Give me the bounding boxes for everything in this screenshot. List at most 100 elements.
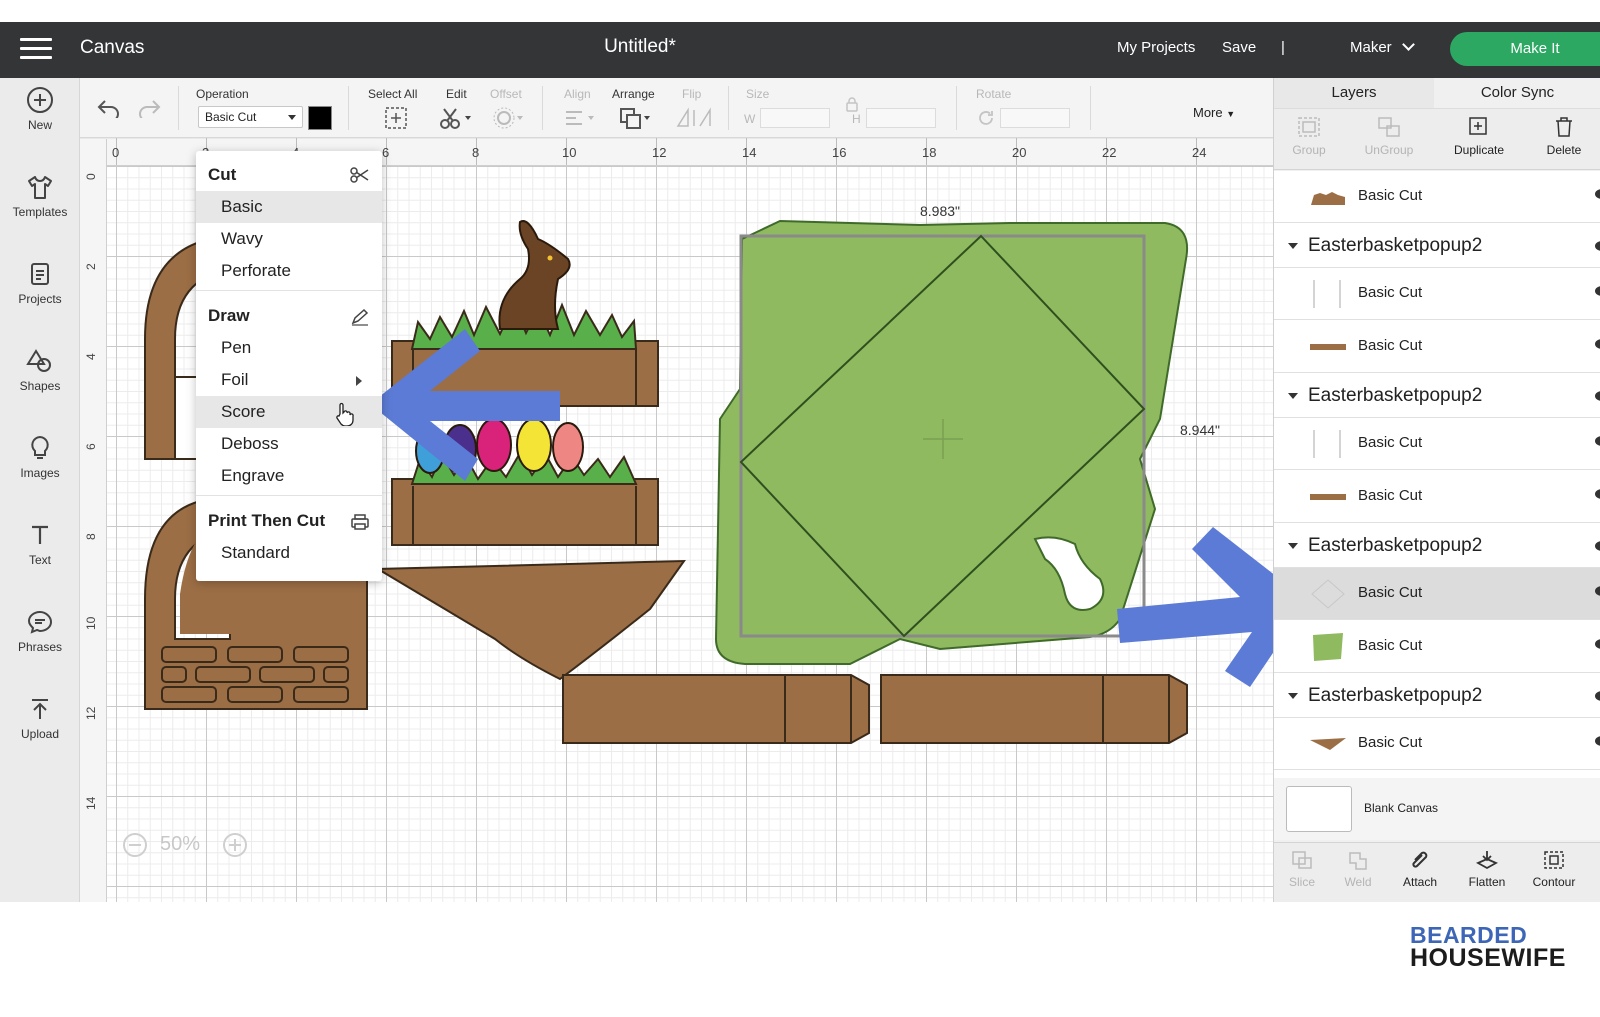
layer-row-selected[interactable]: Basic Cut [1274,568,1600,620]
sidebar-item-new[interactable]: New [0,78,80,158]
sidebar-item-shapes[interactable]: Shapes [0,339,80,419]
zoom-out-icon[interactable] [122,832,148,858]
make-it-button[interactable]: Make It [1450,32,1600,66]
eye-icon[interactable] [1595,339,1600,349]
more-button[interactable]: More ▼ [1193,105,1235,120]
ruler-top-label: 14 [742,145,757,160]
more-label: More [1193,105,1223,120]
height-dimension: 8.944" [1180,422,1220,438]
menu-item-foil[interactable]: Foil [196,364,382,396]
edit-caption: Edit [446,87,467,101]
layer-row[interactable]: Basic Cut [1274,268,1600,320]
layer-row[interactable]: Basic Cut [1274,171,1600,223]
ruler-left-label: 12 [84,706,98,720]
delete-button[interactable]: Delete [1524,115,1600,157]
menu-item-standard[interactable]: Standard [196,537,382,569]
sidebar-item-text[interactable]: Text [0,513,80,593]
menu-item-engrave[interactable]: Engrave [196,460,382,492]
edit-scissors-icon[interactable] [438,106,474,130]
zoom-in-icon[interactable] [222,832,248,858]
operation-value: Basic Cut [205,110,257,124]
edit-toolbar: Operation Basic Cut Select All Edit Offs… [80,78,1300,138]
operation-color-swatch[interactable] [308,106,332,130]
strip-right[interactable] [880,674,1188,744]
eye-icon[interactable] [1595,541,1600,551]
eye-icon[interactable] [1595,736,1600,746]
size-height-field[interactable] [866,108,936,128]
document-title[interactable]: Untitled* [0,36,1280,58]
menu-item-pen[interactable]: Pen [196,332,382,364]
pen-icon [351,308,369,326]
caret-down-icon[interactable] [1288,543,1298,549]
sidebar-item-projects[interactable]: Projects [0,252,80,332]
my-projects-link[interactable]: My Projects [1117,39,1195,56]
eye-icon[interactable] [1595,586,1600,596]
layer-group-row[interactable]: Easterbasketpopup2 [1274,224,1600,268]
operation-select[interactable]: Basic Cut [198,106,303,128]
save-link[interactable]: Save [1222,39,1256,56]
align-icon[interactable] [562,106,598,130]
caret-down-icon[interactable] [1288,243,1298,249]
tab-color-sync[interactable]: Color Sync [1434,78,1600,108]
eye-icon[interactable] [1595,489,1600,499]
duplicate-icon [1469,117,1487,135]
menu-item-basic[interactable]: Basic [196,191,382,223]
contour-button[interactable]: Contour [1514,849,1594,889]
sidebar-item-upload[interactable]: Upload [0,687,80,767]
ruler-top-label: 6 [382,145,390,160]
layer-row[interactable]: Basic Cut [1274,621,1600,673]
eye-icon[interactable] [1595,189,1600,199]
layer-name: Basic Cut [1358,637,1423,654]
menu-item-perforate[interactable]: Perforate [196,255,382,287]
ruler-left-label: 8 [84,533,98,540]
eye-icon[interactable] [1595,691,1600,701]
flip-icon[interactable] [674,106,714,130]
menu-item-wavy[interactable]: Wavy [196,223,382,255]
layer-row[interactable]: Basic Cut [1274,418,1600,470]
rotate-icon[interactable] [976,108,996,128]
rotate-field[interactable] [1000,108,1070,128]
layer-group-row[interactable]: Easterbasketpopup2 [1274,524,1600,568]
eye-icon[interactable] [1595,391,1600,401]
layer-row[interactable]: Basic Cut [1274,718,1600,770]
ruler-top-label: 0 [112,145,120,160]
layer-thumbnail [1311,579,1345,609]
menu-item-score[interactable]: Score [196,396,382,428]
sidebar-item-templates[interactable]: Templates [0,165,80,245]
eye-icon[interactable] [1595,241,1600,251]
layer-row[interactable]: Basic Cut [1274,471,1600,523]
eye-icon[interactable] [1595,639,1600,649]
machine-selector[interactable]: Maker [1350,38,1415,56]
green-score-square[interactable] [714,219,1188,665]
caret-down-icon[interactable] [1288,393,1298,399]
duplicate-button[interactable]: Duplicate [1439,115,1519,157]
blank-canvas-row[interactable]: Blank Canvas [1274,778,1600,840]
triangle-piece[interactable] [374,559,686,681]
layers-list: Basic Cut Easterbasketpopup2 Basic Cut B… [1274,171,1600,821]
offset-icon[interactable] [492,106,526,130]
layer-group-row[interactable]: Easterbasketpopup2 [1274,374,1600,418]
weld-label: Weld [1344,875,1372,889]
menu-item-deboss[interactable]: Deboss [196,428,382,460]
eye-icon[interactable] [1595,286,1600,296]
lock-icon[interactable] [844,96,860,112]
plus-circle-icon [27,87,53,113]
eye-icon[interactable] [1595,436,1600,446]
redo-icon[interactable] [136,98,162,118]
select-all-icon[interactable] [383,106,409,130]
caret-down-icon[interactable] [1288,693,1298,699]
sidebar-item-phrases[interactable]: Phrases [0,600,80,680]
tab-layers[interactable]: Layers [1274,78,1434,108]
layer-row[interactable]: Basic Cut [1274,321,1600,373]
sidebar-item-images[interactable]: Images [0,426,80,506]
design-space-window: Canvas Untitled* My Projects Save | Make… [0,22,1600,902]
ungroup-button[interactable]: UnGroup [1349,115,1429,157]
size-width-field[interactable] [760,108,830,128]
layer-group-row[interactable]: Easterbasketpopup2 [1274,674,1600,718]
strip-left[interactable] [562,674,870,744]
undo-icon[interactable] [96,98,122,118]
group-button[interactable]: Group [1269,115,1349,157]
sidebar-label-phrases: Phrases [17,640,63,654]
arrange-icon[interactable] [618,106,654,130]
size-w-label: W [744,112,756,126]
